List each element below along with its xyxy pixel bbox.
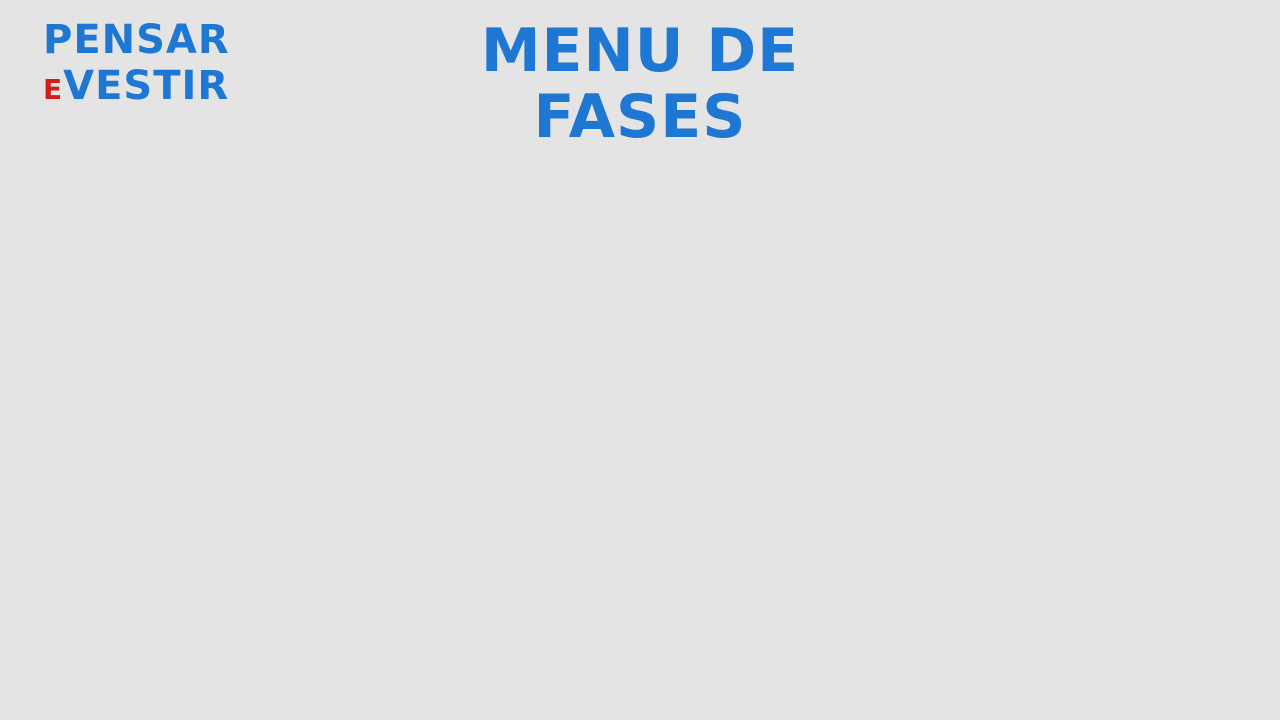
logo-word-pensar: PENSAR xyxy=(43,17,230,63)
logo-word-vestir: VESTIR xyxy=(63,63,230,109)
page-title-line-2: FASES xyxy=(533,82,747,152)
page-title-line-1: MENU DE xyxy=(480,16,800,86)
page-title: MENU DE FASES xyxy=(440,18,840,150)
logo-connector-e: E xyxy=(43,73,63,106)
logo-line-2: EVESTIR xyxy=(43,66,230,106)
game-logo: PENSAR EVESTIR xyxy=(43,20,230,106)
